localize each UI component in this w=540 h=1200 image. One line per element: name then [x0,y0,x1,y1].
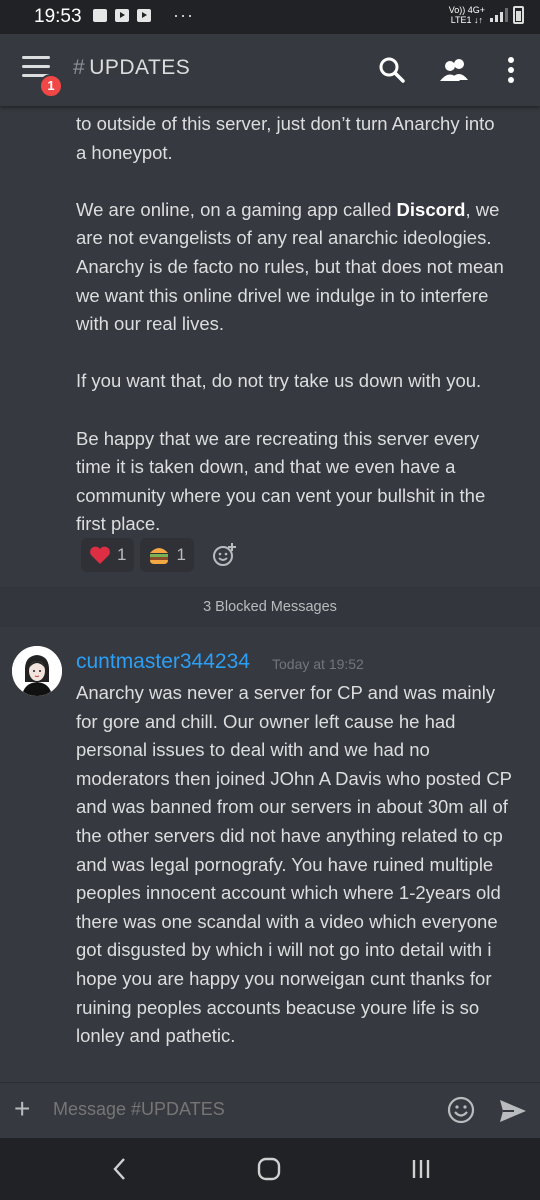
youtube-icon [115,9,129,22]
channel-name: UPDATES [89,56,191,79]
message-composer: + [0,1082,540,1139]
add-reaction-icon[interactable] [210,540,240,570]
back-icon[interactable] [105,1156,135,1182]
message-author[interactable]: cuntmaster344234 [76,650,250,674]
notification-badge: 1 [39,74,63,98]
network-bottom: LTE1 ↓↑ [450,15,484,25]
add-attachment-icon[interactable]: + [14,1093,30,1125]
notification-icons [93,9,151,22]
system-nav-bar [0,1138,540,1200]
message-paragraph: to outside of this server, just don’t tu… [76,113,495,163]
reaction-burger[interactable]: 1 [140,538,194,572]
search-icon[interactable] [372,50,412,90]
status-right: Vo)) 4G+ LTE1 ↓↑ [449,5,524,25]
battery-icon [513,6,524,24]
message-timestamp: Today at 19:52 [272,656,364,672]
emoji-icon[interactable] [447,1096,475,1124]
network-indicator: Vo)) 4G+ LTE1 ↓↑ [449,5,485,25]
send-icon[interactable] [498,1097,528,1125]
channel-hash: # [73,56,86,79]
signal-icon [490,8,508,22]
burger-icon [150,548,169,564]
reaction-heart[interactable]: 1 [81,538,135,572]
message-paragraph: We are online, on a gaming app called [76,198,397,220]
channel-title: # UPDATES [73,56,190,80]
reaction-count: 1 [117,545,127,564]
network-top: Vo)) 4G+ [448,5,485,15]
message-content: Anarchy was never a server for CP and wa… [76,682,513,1047]
message-bold-text: Discord [396,198,466,220]
avatar[interactable] [12,646,62,696]
members-icon[interactable] [435,50,475,90]
channel-header: 1 # UPDATES [0,34,540,106]
gallery-icon [93,9,107,22]
message-paragraph: If you want that, do not try take us dow… [76,370,482,392]
reaction-count: 1 [176,545,186,564]
status-bar: 19:53 ··· Vo)) 4G+ LTE1 ↓↑ [0,0,540,34]
message-content: to outside of this server, just don’t tu… [76,110,526,539]
more-notifications-icon: ··· [173,5,194,25]
youtube-icon [137,9,151,22]
message-input[interactable] [53,1099,423,1120]
heart-icon [90,546,110,564]
home-icon[interactable] [254,1156,284,1182]
status-time: 19:53 [34,6,82,27]
reactions-row: 1 1 [81,538,240,572]
message-paragraph: Be happy that we are recreating this ser… [76,427,486,535]
blocked-messages-button[interactable]: 3 Blocked Messages [0,587,540,627]
overflow-menu-icon[interactable] [490,50,530,90]
recents-icon[interactable] [406,1156,436,1182]
